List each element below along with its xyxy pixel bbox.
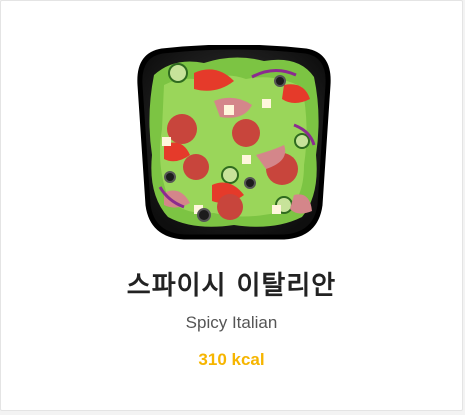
calorie-label: 310 kcal [198,350,265,369]
menu-item-card[interactable]: 스파이시 이탈리안 Spicy Italian 310 kcal [0,0,463,411]
product-name-english: Spicy Italian [185,313,278,332]
product-name: 스파이시 이탈리안 [126,271,337,301]
salad-bowl-image [137,45,331,240]
